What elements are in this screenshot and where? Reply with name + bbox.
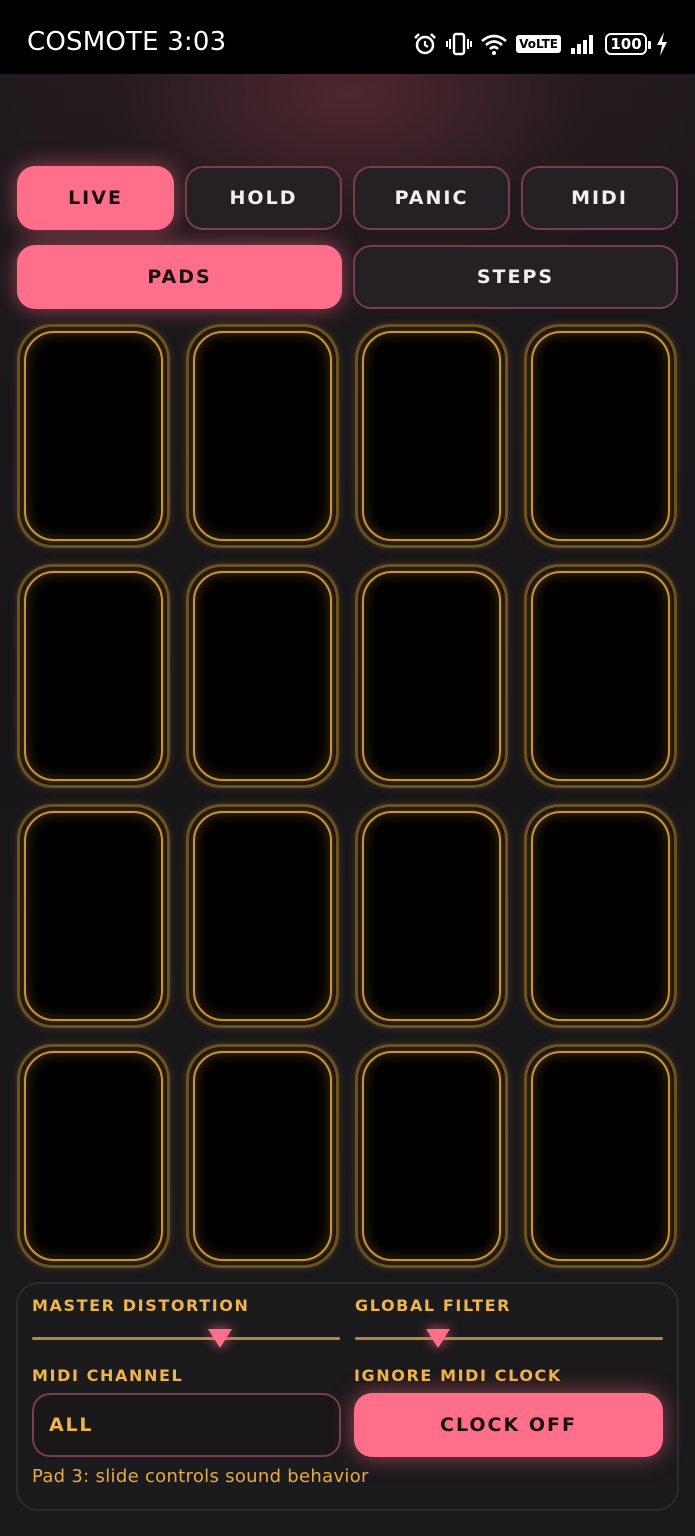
pad-surface	[531, 331, 670, 541]
charging-icon	[657, 32, 667, 56]
master-distortion-label: MASTER DISTORTION	[32, 1296, 250, 1315]
pad-surface	[362, 571, 501, 781]
pad-surface	[24, 331, 163, 541]
global-filter-thumb[interactable]	[426, 1329, 451, 1348]
vibrate-icon	[446, 32, 473, 56]
pad-11[interactable]	[355, 804, 508, 1028]
pad-13[interactable]	[17, 1044, 170, 1268]
pad-9[interactable]	[17, 804, 170, 1028]
carrier-time: COSMOTE 3:03	[27, 27, 227, 57]
live-button[interactable]: LIVE	[17, 166, 174, 230]
pad-surface	[24, 811, 163, 1021]
pad-surface	[24, 571, 163, 781]
pad-16[interactable]	[524, 1044, 677, 1268]
ignore-midi-clock-label: IGNORE MIDI CLOCK	[354, 1366, 562, 1385]
pad-3[interactable]	[355, 324, 508, 548]
alarm-icon	[414, 33, 436, 55]
pad-surface	[193, 811, 332, 1021]
pad-1[interactable]	[17, 324, 170, 548]
pad-surface	[362, 331, 501, 541]
pad-12[interactable]	[524, 804, 677, 1028]
pad-surface	[362, 811, 501, 1021]
status-icons: VoLTE 100	[412, 29, 669, 59]
pad-8[interactable]	[524, 564, 677, 788]
battery-level: 100	[610, 35, 642, 53]
wifi-icon	[481, 34, 507, 55]
pad-6[interactable]	[186, 564, 339, 788]
global-filter-slider[interactable]	[355, 1337, 663, 1340]
pad-surface	[193, 331, 332, 541]
pad-5[interactable]	[17, 564, 170, 788]
master-distortion-slider[interactable]	[32, 1337, 340, 1340]
pad-10[interactable]	[186, 804, 339, 1028]
pad-4[interactable]	[524, 324, 677, 548]
midi-channel-value: ALL	[49, 1414, 94, 1436]
pad-surface	[24, 1051, 163, 1261]
midi-channel-label: MIDI CHANNEL	[32, 1366, 184, 1385]
master-distortion-thumb[interactable]	[207, 1329, 232, 1348]
battery-icon: 100	[605, 33, 651, 55]
pad-7[interactable]	[355, 564, 508, 788]
panic-button[interactable]: PANIC	[353, 166, 510, 230]
pad-surface	[362, 1051, 501, 1261]
volte-icon: VoLTE	[516, 35, 561, 53]
signal-icon	[571, 35, 593, 54]
status-bar: COSMOTE 3:03 VoLTE 100	[0, 0, 695, 74]
tab-pads[interactable]: PADS	[17, 245, 342, 309]
tab-steps[interactable]: STEPS	[353, 245, 678, 309]
pad-15[interactable]	[355, 1044, 508, 1268]
pad-surface	[193, 1051, 332, 1261]
hold-button[interactable]: HOLD	[185, 166, 342, 230]
pad-surface	[531, 811, 670, 1021]
pad-surface	[531, 1051, 670, 1261]
midi-button[interactable]: MIDI	[521, 166, 678, 230]
pad-surface	[193, 571, 332, 781]
pad-14[interactable]	[186, 1044, 339, 1268]
pad-surface	[531, 571, 670, 781]
midi-channel-select[interactable]: ALL	[32, 1393, 341, 1457]
status-message: Pad 3: slide controls sound behavior	[32, 1466, 369, 1487]
global-filter-label: GLOBAL FILTER	[355, 1296, 512, 1315]
clock-off-button[interactable]: CLOCK OFF	[354, 1393, 663, 1457]
pad-2[interactable]	[186, 324, 339, 548]
